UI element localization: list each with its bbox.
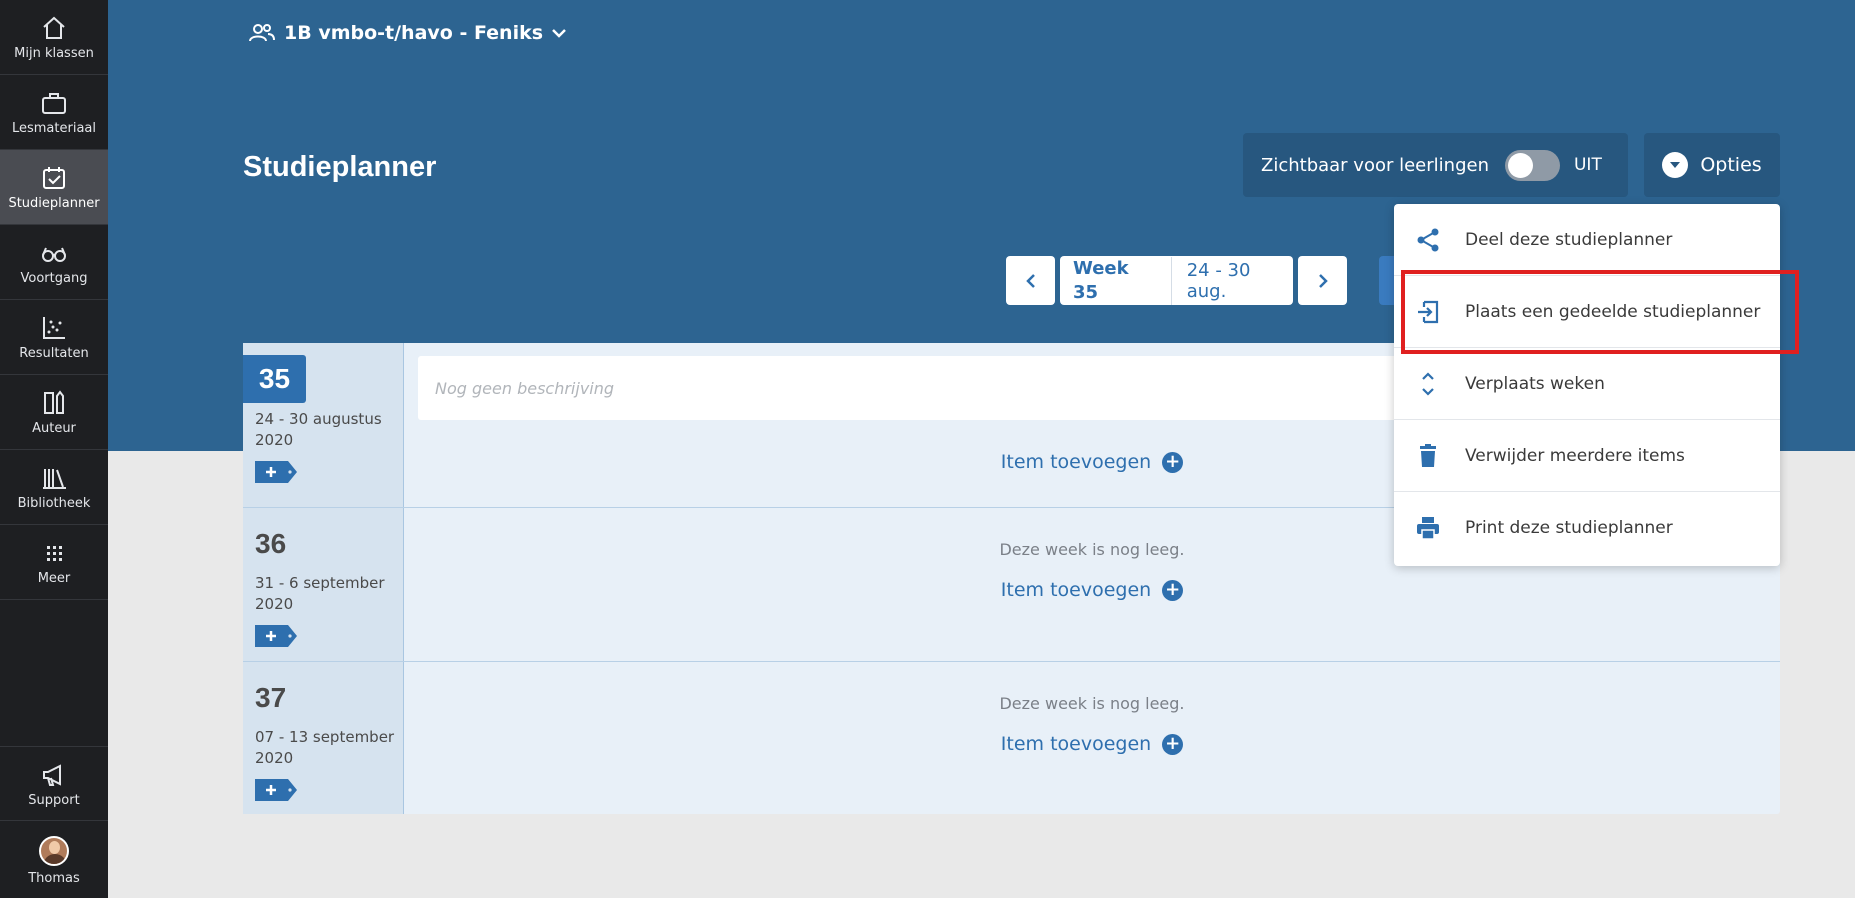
add-tag-button[interactable] (255, 779, 297, 801)
add-item-label: Item toevoegen (1000, 579, 1152, 601)
menu-item-move-weeks[interactable]: Verplaats weken (1394, 348, 1780, 420)
week-sidebar: 37 07 - 13 september 2020 (243, 662, 404, 814)
menu-item-print[interactable]: Print deze studieplanner (1394, 492, 1780, 564)
sidebar-item-auteur[interactable]: Auteur (0, 375, 108, 450)
grid-icon (47, 546, 62, 561)
sidebar-item-studieplanner[interactable]: Studieplanner (0, 150, 108, 225)
print-icon (1417, 517, 1439, 540)
chevron-down-icon (552, 29, 566, 38)
plus-circle-icon: + (1162, 451, 1184, 473)
move-vertical-icon (1422, 371, 1434, 396)
next-week-button[interactable] (1298, 256, 1347, 305)
sidebar-item-label: Mijn klassen (14, 46, 94, 61)
week-number: Week 35 (1060, 256, 1172, 305)
plus-circle-icon: + (1162, 733, 1184, 755)
visibility-toggle[interactable] (1504, 149, 1560, 181)
sidebar-item-voortgang[interactable]: Voortgang (0, 225, 108, 300)
sidebar-item-user[interactable]: Thomas (0, 823, 108, 898)
trash-icon (1420, 443, 1436, 467)
sidebar-item-label: Auteur (32, 421, 76, 436)
toggle-state-label: UIT (1573, 155, 1602, 175)
books-icon (43, 469, 66, 489)
home-icon (43, 16, 65, 39)
scatter-chart-icon (43, 317, 65, 339)
menu-item-import-shared[interactable]: Plaats een gedeelde studieplanner (1394, 276, 1780, 348)
empty-week-text: Deze week is nog leeg. (999, 694, 1185, 713)
week-number: 37 (255, 682, 287, 713)
week-row: 37 07 - 13 september 2020 Deze week is n… (243, 662, 1780, 814)
add-tag-button[interactable] (255, 461, 297, 483)
menu-item-label: Deel deze studieplanner (1465, 229, 1673, 250)
caret-down-icon (1662, 152, 1689, 178)
sidebar-item-meer[interactable]: Meer (0, 525, 108, 600)
import-icon (1418, 300, 1439, 323)
sidebar-item-resultaten[interactable]: Resultaten (0, 300, 108, 375)
menu-item-share[interactable]: Deel deze studieplanner (1394, 204, 1780, 276)
avatar (39, 835, 69, 866)
sidebar-item-mijn-klassen[interactable]: Mijn klassen (0, 0, 108, 75)
week-selector[interactable]: Week 35 24 - 30 aug. (1060, 256, 1293, 305)
add-item-button[interactable]: Item toevoegen + (404, 579, 1780, 601)
sidebar-item-label: Support (28, 792, 80, 808)
week-number: 36 (255, 528, 287, 559)
options-menu: Deel deze studieplanner Plaats een gedee… (1394, 204, 1780, 566)
megaphone-icon (43, 763, 61, 786)
sidebar-item-label: Bibliotheek (17, 496, 91, 511)
menu-item-label: Verwijder meerdere items (1465, 445, 1685, 466)
week-range: 24 - 30 aug. (1186, 259, 1251, 302)
user-name: Thomas (28, 870, 80, 886)
week-dates: 24 - 30 augustus 2020 (255, 410, 382, 449)
sidebar-item-label: Resultaten (19, 346, 89, 361)
sidebar-item-label: Meer (37, 571, 71, 586)
people-icon (249, 24, 275, 42)
sidebar-item-lesmateriaal[interactable]: Lesmateriaal (0, 75, 108, 150)
chevron-left-icon (1025, 273, 1035, 288)
visibility-label: Zichtbaar voor leerlingen (1261, 154, 1489, 176)
calendar-check-icon (43, 167, 65, 189)
page-title: Studieplanner (243, 151, 437, 183)
week-sidebar: 35 24 - 30 augustus 2020 (243, 343, 404, 507)
sidebar-item-bibliotheek[interactable]: Bibliotheek (0, 450, 108, 525)
week-dates: 31 - 6 september 2020 (255, 574, 385, 613)
menu-item-delete-items[interactable]: Verwijder meerdere items (1394, 420, 1780, 492)
sidebar-item-label: Lesmateriaal (11, 121, 96, 136)
menu-item-label: Plaats een gedeelde studieplanner (1465, 301, 1761, 322)
sidebar-item-label: Studieplanner (8, 196, 100, 211)
add-item-label: Item toevoegen (1000, 451, 1152, 473)
chevron-right-icon (1318, 273, 1328, 288)
add-item-button[interactable]: Item toevoegen + (404, 733, 1780, 755)
options-button[interactable]: Opties (1644, 133, 1780, 197)
menu-item-label: Verplaats weken (1465, 373, 1605, 394)
plus-circle-icon: + (1162, 579, 1184, 601)
class-name: 1B vmbo-t/havo - Feniks (284, 22, 544, 44)
week-number: 35 (243, 355, 306, 403)
briefcase-icon (42, 93, 66, 114)
week-sidebar: 36 31 - 6 september 2020 (243, 508, 404, 661)
pencil-ruler-icon (44, 390, 64, 414)
sidebar-item-support[interactable]: Support (0, 746, 108, 821)
previous-week-button[interactable] (1006, 256, 1055, 305)
visibility-control: Zichtbaar voor leerlingen UIT (1243, 133, 1628, 197)
sidebar: Mijn klassen Lesmateriaal Studieplanner … (0, 0, 108, 898)
sidebar-item-label: Voortgang (20, 271, 88, 286)
share-icon (1417, 228, 1439, 251)
class-selector[interactable]: 1B vmbo-t/havo - Feniks (248, 22, 575, 44)
week-dates: 07 - 13 september 2020 (255, 728, 395, 767)
options-label: Opties (1700, 154, 1762, 176)
add-tag-button[interactable] (255, 625, 297, 647)
glasses-icon (42, 247, 66, 262)
add-item-label: Item toevoegen (1000, 733, 1152, 755)
menu-item-label: Print deze studieplanner (1465, 518, 1673, 538)
